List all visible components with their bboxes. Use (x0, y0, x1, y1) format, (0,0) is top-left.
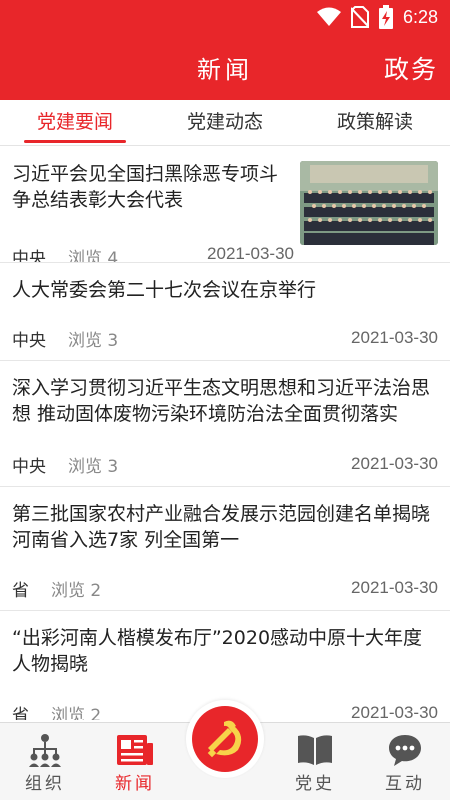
nav-item-organization[interactable]: 组织 (0, 731, 90, 794)
news-views: 浏览 3 (68, 330, 119, 351)
no-sim-icon (350, 6, 369, 28)
nav-item-interaction[interactable]: 互动 (360, 731, 450, 794)
news-source: 省 (12, 580, 29, 601)
news-title: 深入学习贯彻习近平生态文明思想和习近平法治思想 推动固体废物污染环境防治法全面贯… (12, 377, 431, 425)
nav-label: 党史 (295, 774, 335, 794)
nav-label: 组织 (25, 774, 65, 794)
tab-party-news[interactable]: 党建要闻 (0, 100, 150, 145)
category-tabs: 党建要闻 党建动态 政策解读 (0, 100, 450, 146)
news-list: 习近平会见全国扫黑除恶专项斗争总结表彰大会代表 中央 浏览 4 2021-03-… (0, 147, 450, 720)
news-meta: 省 浏览 2 2021-03-30 (12, 576, 438, 601)
news-item[interactable]: 习近平会见全国扫黑除恶专项斗争总结表彰大会代表 中央 浏览 4 2021-03-… (0, 147, 450, 263)
nav-item-party-history[interactable]: 党史 (270, 731, 360, 794)
news-title: 习近平会见全国扫黑除恶专项斗争总结表彰大会代表 (12, 163, 279, 211)
nav-item-news[interactable]: 新闻 (90, 731, 180, 794)
news-views: 浏览 4 (68, 249, 119, 262)
news-views: 浏览 3 (68, 456, 119, 477)
app-header: 6:28 新闻 政务 (0, 0, 450, 100)
newspaper-icon (90, 731, 180, 769)
tab-policy-interpretation[interactable]: 政策解读 (300, 100, 450, 145)
gov-affairs-button[interactable]: 政务 (384, 50, 438, 86)
nav-label: 新闻 (115, 774, 155, 794)
news-date: 2021-03-30 (351, 578, 438, 597)
battery-charging-icon (378, 5, 393, 29)
news-source: 中央 (12, 249, 46, 262)
news-source: 中央 (12, 330, 46, 351)
news-item[interactable]: 深入学习贯彻习近平生态文明思想和习近平法治思想 推动固体废物污染环境防治法全面贯… (0, 361, 450, 487)
chat-bubble-icon (360, 731, 450, 769)
news-meta: 中央 浏览 3 2021-03-30 (12, 326, 438, 351)
news-date: 2021-03-30 (207, 244, 294, 262)
page-title: 新闻 (197, 56, 253, 84)
news-item[interactable]: 第三批国家农村产业融合发展示范园创建名单揭晓 河南省入选7家 列全国第一 省 浏… (0, 487, 450, 611)
wifi-icon (316, 7, 341, 27)
news-title: 人大常委会第二十七次会议在京举行 (12, 279, 317, 301)
news-title: 第三批国家农村产业融合发展示范园创建名单揭晓 河南省入选7家 列全国第一 (12, 503, 431, 551)
status-time: 6:28 (402, 6, 438, 27)
news-title: “出彩河南人楷模发布厅”2020感动中原十大年度人物揭晓 (12, 627, 423, 675)
org-chart-icon (0, 731, 90, 769)
nav-label: 互动 (385, 774, 425, 794)
center-party-button[interactable] (186, 700, 264, 778)
news-date: 2021-03-30 (351, 454, 438, 473)
news-item[interactable]: 人大常委会第二十七次会议在京举行 中央 浏览 3 2021-03-30 (0, 263, 450, 361)
tab-party-dynamics[interactable]: 党建动态 (150, 100, 300, 145)
news-source: 中央 (12, 456, 46, 477)
news-views: 浏览 2 (51, 580, 102, 601)
news-thumbnail (300, 161, 438, 245)
news-meta: 中央 浏览 4 2021-03-30 (12, 244, 294, 262)
news-date: 2021-03-30 (351, 703, 438, 720)
party-emblem-icon (192, 706, 258, 772)
news-source: 省 (12, 705, 29, 721)
status-bar: 6:28 (316, 5, 438, 29)
news-views: 浏览 2 (51, 705, 102, 721)
book-icon (270, 731, 360, 769)
news-meta: 中央 浏览 3 2021-03-30 (12, 452, 438, 477)
news-date: 2021-03-30 (351, 328, 438, 347)
